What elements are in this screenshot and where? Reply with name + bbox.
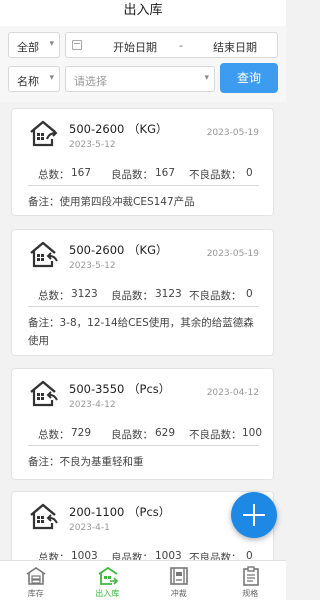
record-spec: 500-2600 （KG）	[69, 243, 168, 257]
record-list: 500-2600 （KG） 2023-5-12 2023-05-19 总数： 1…	[0, 102, 286, 560]
tab-label: 库存	[27, 589, 44, 598]
total-label: 总数：	[38, 169, 70, 181]
page-title: 出入库	[123, 3, 163, 18]
search-button[interactable]: 查询	[220, 63, 278, 93]
record-sub-date: 2023-5-12	[69, 140, 116, 150]
record-note: 备注：使用第四段冲裁CES147产品	[28, 196, 195, 208]
good-value: 167	[155, 167, 176, 179]
total-label: 总数：	[38, 290, 70, 302]
good-label: 良品数：	[111, 290, 153, 302]
good-label: 良品数：	[111, 429, 153, 441]
record-spec: 500-3550 （Pcs）	[69, 382, 171, 396]
bottom-tab-bar: 库存 出入库 冲裁 规格	[0, 560, 286, 600]
record-sub-date: 2023-4-1	[69, 523, 110, 533]
total-label: 总数：	[38, 429, 70, 441]
press-icon	[170, 567, 188, 585]
warehouse-outbound-icon	[30, 380, 58, 407]
good-label: 良品数：	[111, 552, 153, 560]
total-value: 729	[71, 427, 92, 439]
bad-value: 100	[242, 427, 263, 439]
filter-panel: 全部 ▾ 开始日期 - 结束日期 名称 ▾ 请选择 ▾ 查询	[0, 26, 286, 102]
good-value: 3123	[155, 288, 182, 300]
start-date-field[interactable]: 开始日期	[113, 39, 157, 55]
chevron-down-icon: ▾	[49, 39, 54, 49]
tab-label: 规格	[242, 589, 259, 598]
tab-label: 出入库	[95, 589, 120, 598]
record-card[interactable]: 500-3550 （Pcs） 2023-4-12 2023-04-12 总数： …	[11, 368, 274, 480]
record-card[interactable]: 500-2600 （KG） 2023-5-12 2023-05-19 总数： 3…	[11, 229, 274, 356]
field-select[interactable]: 名称 ▾	[8, 66, 60, 92]
record-spec: 200-1100 （Pcs）	[69, 505, 171, 519]
divider	[28, 445, 259, 446]
record-date: 2023-05-19	[206, 249, 259, 259]
record-spec: 500-2600 （KG）	[69, 122, 168, 136]
tab-press[interactable]: 冲裁	[143, 561, 215, 600]
bad-value: 0	[246, 550, 253, 560]
tab-inventory[interactable]: 库存	[0, 561, 72, 600]
chevron-down-icon: ▾	[49, 73, 54, 83]
record-date: 2023-05-19	[206, 128, 259, 138]
record-note: 备注：不良为基重轻和重	[28, 456, 144, 468]
tab-label: 冲裁	[170, 589, 187, 598]
record-sub-date: 2023-5-12	[69, 261, 116, 271]
field-select-value: 名称	[17, 75, 39, 88]
inventory-icon	[26, 567, 46, 585]
good-label: 良品数：	[111, 169, 153, 181]
date-range-picker[interactable]: 开始日期 - 结束日期	[65, 32, 278, 58]
tab-inout[interactable]: 出入库	[72, 561, 144, 600]
tab-spec[interactable]: 规格	[215, 561, 287, 600]
total-label: 总数：	[38, 552, 70, 560]
spec-sheet-icon	[242, 566, 259, 586]
bad-value: 0	[246, 167, 253, 179]
total-value: 3123	[71, 288, 98, 300]
scope-select[interactable]: 全部 ▾	[8, 32, 60, 58]
bad-label: 不良品数：	[189, 290, 242, 302]
divider	[28, 185, 259, 186]
inout-icon	[98, 566, 118, 585]
record-date: 2023-04-12	[206, 388, 259, 398]
record-card[interactable]: 500-2600 （KG） 2023-5-12 2023-05-19 总数： 1…	[11, 108, 274, 216]
warehouse-outbound-icon	[30, 503, 58, 530]
end-date-field[interactable]: 结束日期	[213, 39, 257, 55]
warehouse-outbound-icon	[30, 241, 58, 268]
warehouse-inbound-icon	[30, 120, 58, 147]
good-value: 629	[155, 427, 176, 439]
scope-select-value: 全部	[17, 41, 39, 54]
total-value: 167	[71, 167, 92, 179]
record-sub-date: 2023-4-12	[69, 400, 116, 410]
bad-value: 0	[246, 288, 253, 300]
bad-label: 不良品数：	[189, 169, 242, 181]
chevron-down-icon: ▾	[204, 73, 209, 83]
keyword-select-placeholder: 请选择	[74, 75, 107, 88]
total-value: 1003	[71, 550, 98, 560]
good-value: 1003	[155, 550, 182, 560]
bad-label: 不良品数：	[189, 552, 242, 560]
calendar-icon	[72, 40, 82, 50]
keyword-select[interactable]: 请选择 ▾	[65, 66, 215, 92]
add-record-button[interactable]	[231, 492, 277, 538]
app-header: 出入库	[0, 0, 286, 26]
bad-label: 不良品数：	[189, 429, 242, 441]
divider	[28, 306, 259, 307]
record-note: 备注：3-8，12-14给CES使用，其余的给蓝德森使用	[28, 317, 254, 347]
date-separator: -	[179, 39, 183, 52]
